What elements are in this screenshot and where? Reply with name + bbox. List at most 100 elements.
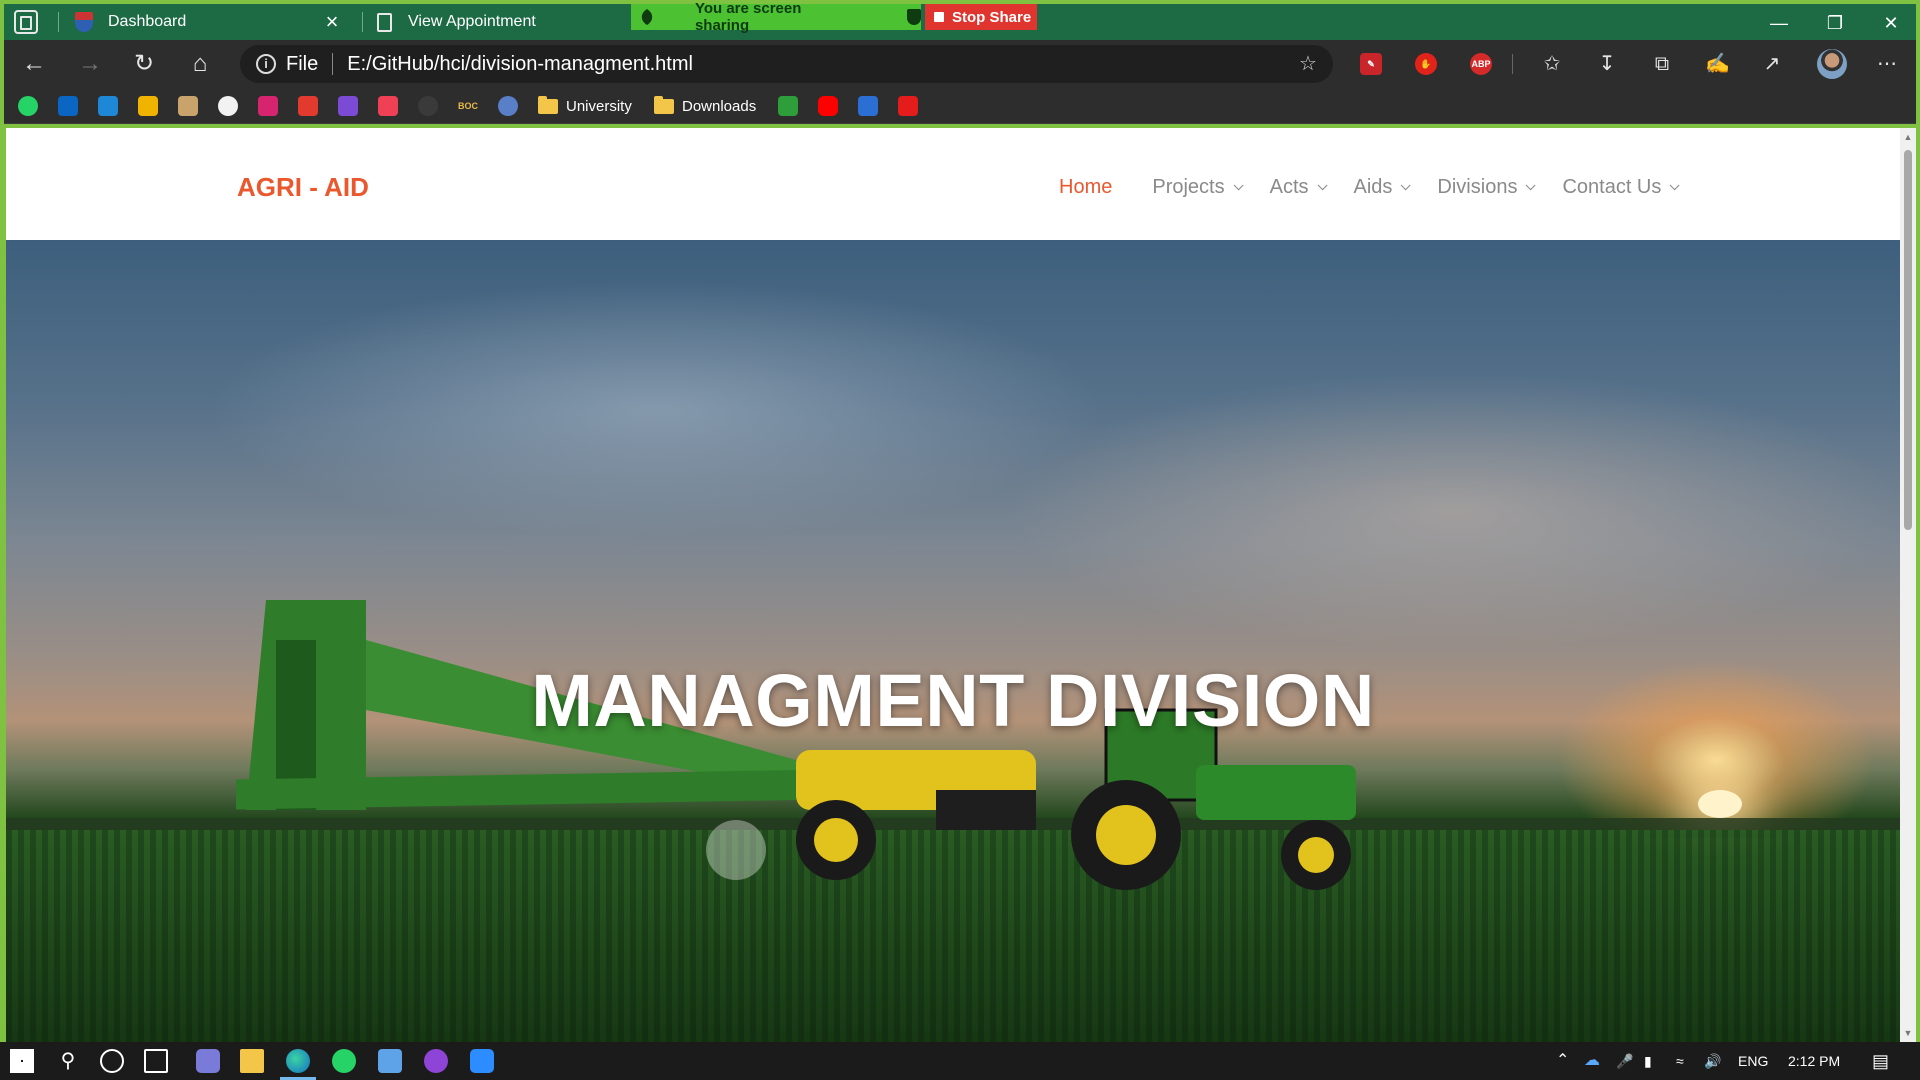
show-hidden-icons-icon[interactable]: ⌃ bbox=[1556, 1042, 1569, 1080]
tab-actions-icon[interactable] bbox=[14, 10, 38, 34]
huawei-icon[interactable] bbox=[298, 96, 318, 116]
wifi-icon[interactable]: ≈ bbox=[1676, 1042, 1684, 1080]
downloads-icon[interactable]: ↧ bbox=[1595, 52, 1619, 76]
more-options-icon[interactable]: ⋯ bbox=[1875, 52, 1899, 76]
refresh-button[interactable]: ↻ bbox=[128, 48, 160, 80]
github-desktop-icon[interactable] bbox=[424, 1049, 448, 1073]
scroll-thumb[interactable] bbox=[1904, 150, 1912, 530]
profile-avatar[interactable] bbox=[1817, 49, 1847, 79]
scheme-label: File bbox=[286, 52, 319, 75]
highlighter-extension-icon[interactable]: ✎ bbox=[1360, 53, 1382, 75]
windows-start-icon[interactable] bbox=[10, 1049, 34, 1073]
page-scrollbar[interactable]: ▲ ▼ bbox=[1900, 128, 1916, 1042]
battery-icon[interactable]: ▮ bbox=[1644, 1042, 1652, 1080]
tractor-front-hub bbox=[1298, 837, 1334, 873]
nav-aids[interactable]: Aids bbox=[1354, 176, 1411, 199]
stop-share-label: Stop Share bbox=[952, 8, 1032, 26]
x-tool-icon[interactable] bbox=[858, 96, 878, 116]
home-button[interactable]: ⌂ bbox=[184, 48, 216, 80]
trailer-hub bbox=[814, 818, 858, 862]
info-icon[interactable]: i bbox=[256, 54, 276, 74]
tab-dashboard[interactable]: Dashboard × bbox=[74, 4, 354, 40]
nav-home[interactable]: Home bbox=[1059, 176, 1112, 199]
windows-taskbar: ⚲ ⌃ ☁ 🎤 ▮ ≈ 🔊 ENG 2:12 PM ▤ bbox=[0, 1042, 1920, 1080]
feedback-icon[interactable]: ✍ bbox=[1705, 52, 1730, 76]
address-bar[interactable]: i File E:/GitHub/hci/division-managment.… bbox=[240, 45, 1333, 83]
close-window-button[interactable]: ✕ bbox=[1868, 8, 1914, 38]
edge-browser-icon[interactable] bbox=[286, 1049, 310, 1073]
nav-label: Divisions bbox=[1437, 176, 1518, 198]
microphone-icon[interactable]: 🎤 bbox=[1616, 1042, 1633, 1080]
cortana-icon[interactable] bbox=[100, 1049, 124, 1073]
video-player-icon[interactable] bbox=[98, 96, 118, 116]
bookmark-folder-university[interactable]: University bbox=[538, 94, 632, 118]
nav-divisions[interactable]: Divisions bbox=[1437, 176, 1537, 199]
nav-label: Contact Us bbox=[1562, 176, 1662, 198]
url-text[interactable]: E:/GitHub/hci/division-managment.html bbox=[347, 53, 693, 76]
sprayer-chassis bbox=[936, 790, 1036, 830]
instagram-icon[interactable] bbox=[258, 96, 278, 116]
favorites-icon[interactable]: ✩ bbox=[1540, 52, 1564, 76]
tab-label: View Appointment bbox=[408, 13, 536, 30]
collections-icon[interactable]: ⧉ bbox=[1650, 52, 1674, 76]
cat-icon[interactable] bbox=[178, 96, 198, 116]
stop-share-button[interactable]: Stop Share bbox=[925, 4, 1037, 30]
nav-projects[interactable]: Projects bbox=[1152, 176, 1244, 199]
emblem-icon[interactable] bbox=[498, 96, 518, 116]
minimize-button[interactable]: — bbox=[1756, 8, 1802, 38]
back-button[interactable]: ← bbox=[18, 48, 50, 80]
clock[interactable]: 2:12 PM bbox=[1788, 1042, 1840, 1080]
tab-view-appointment[interactable]: View Appointment bbox=[374, 4, 664, 40]
site-nav: Home Projects Acts Aids Divisions Contac… bbox=[1059, 176, 1706, 199]
toolbar-divider bbox=[1512, 54, 1513, 74]
bookmark-folder-label: Downloads bbox=[682, 97, 757, 115]
notifications-icon[interactable]: ▤ bbox=[1872, 1042, 1889, 1080]
teams-app-icon[interactable] bbox=[196, 1049, 220, 1073]
d-icon[interactable] bbox=[338, 96, 358, 116]
zoom-app-icon[interactable] bbox=[470, 1049, 494, 1073]
shield-icon bbox=[74, 12, 94, 32]
hand-extension-icon[interactable]: ✋ bbox=[1415, 53, 1437, 75]
volume-icon[interactable]: 🔊 bbox=[1704, 1042, 1721, 1080]
tractor-sprayer-illustration bbox=[236, 600, 1356, 890]
scroll-down-icon[interactable]: ▼ bbox=[1903, 1028, 1913, 1038]
file-explorer-icon[interactable] bbox=[240, 1049, 264, 1073]
nav-label: Projects bbox=[1152, 176, 1225, 198]
boc-icon[interactable]: BOC bbox=[458, 96, 478, 116]
task-view-icon[interactable] bbox=[144, 1049, 168, 1073]
site-logo[interactable]: AGRI - AID bbox=[237, 172, 369, 203]
nav-acts[interactable]: Acts bbox=[1270, 176, 1328, 199]
share-icon[interactable]: ↗ bbox=[1760, 52, 1784, 76]
language-indicator[interactable]: ENG bbox=[1738, 1042, 1768, 1080]
nav-contact-us[interactable]: Contact Us bbox=[1562, 176, 1680, 199]
restore-button[interactable]: ❐ bbox=[1812, 8, 1858, 38]
page-icon bbox=[374, 12, 394, 32]
scroll-up-icon[interactable]: ▲ bbox=[1903, 132, 1913, 142]
browser-window: Dashboard × View Appointment You are scr… bbox=[0, 0, 1920, 1080]
github-icon[interactable] bbox=[218, 96, 238, 116]
screen-share-text: You are screen sharing bbox=[694, 0, 802, 34]
stop-icon bbox=[934, 12, 944, 22]
adobe-icon[interactable] bbox=[898, 96, 918, 116]
whatsapp-icon[interactable] bbox=[18, 96, 38, 116]
forward-button[interactable]: → bbox=[74, 48, 106, 80]
virtualbox-icon[interactable] bbox=[378, 1049, 402, 1073]
bookmarks-bar: BOC University Downloads bbox=[4, 88, 1916, 124]
search-icon[interactable]: ⚲ bbox=[56, 1049, 80, 1073]
camera-icon[interactable] bbox=[138, 96, 158, 116]
folder-icon bbox=[654, 95, 674, 114]
pin-icon[interactable] bbox=[638, 8, 656, 26]
whatsapp-app-icon[interactable] bbox=[332, 1049, 356, 1073]
f-icon[interactable] bbox=[778, 96, 798, 116]
circle-icon[interactable] bbox=[418, 96, 438, 116]
pocket-icon[interactable] bbox=[378, 96, 398, 116]
linkedin-icon[interactable] bbox=[58, 96, 78, 116]
screen-share-banner: You are screen sharing bbox=[631, 0, 921, 34]
bookmark-folder-downloads[interactable]: Downloads bbox=[654, 94, 756, 118]
adblock-plus-icon[interactable]: ABP bbox=[1470, 53, 1492, 75]
youtube-icon[interactable] bbox=[818, 96, 838, 116]
onedrive-icon[interactable]: ☁ bbox=[1584, 1042, 1600, 1080]
close-tab-icon[interactable]: × bbox=[320, 10, 344, 34]
tab-divider bbox=[362, 12, 363, 32]
add-favorite-icon[interactable]: ☆ bbox=[1299, 54, 1319, 74]
